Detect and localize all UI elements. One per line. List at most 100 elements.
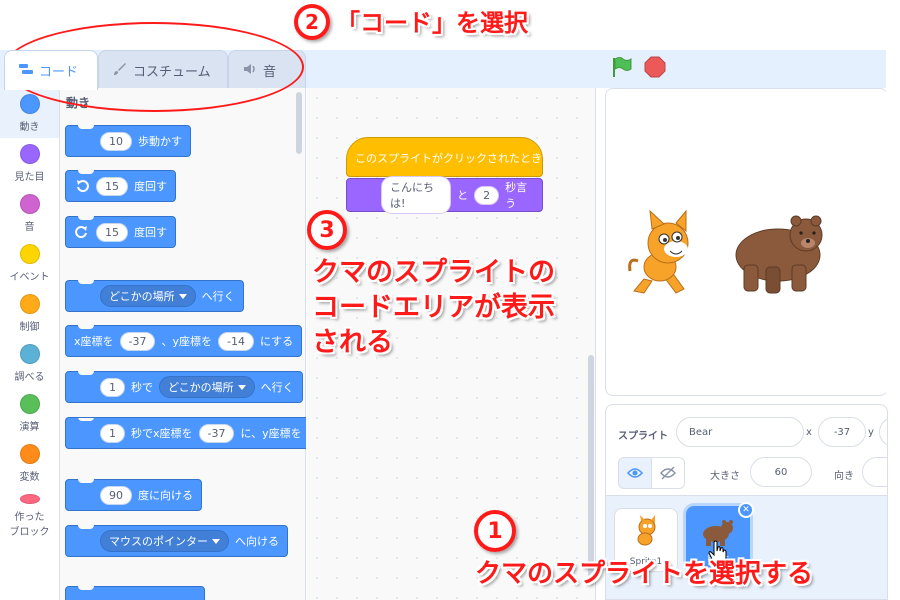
- category-label: 制御: [19, 322, 40, 333]
- block-text: 度に向ける: [138, 489, 193, 502]
- size-label: 大きさ: [710, 471, 740, 482]
- x-position-input[interactable]: -37: [818, 417, 866, 447]
- glide-block[interactable]: 1 秒で どこかの場所 へ行く: [65, 371, 303, 403]
- step1-number: 1: [474, 510, 516, 552]
- step2-number: 2: [294, 4, 330, 40]
- category-variables[interactable]: 変数: [0, 438, 59, 488]
- caret-down-icon: [212, 538, 220, 544]
- category-label: 音: [24, 222, 35, 233]
- category-dot: [19, 244, 40, 264]
- x-input[interactable]: -37: [198, 423, 235, 443]
- step2-text: 「コード」を選択: [336, 9, 528, 37]
- target-dropdown[interactable]: マウスのポインター: [100, 530, 229, 552]
- caret-down-icon: [237, 384, 246, 390]
- stage[interactable]: [605, 88, 888, 396]
- turn-left-block[interactable]: 15 度回す: [65, 216, 176, 248]
- location-dropdown[interactable]: どこかの場所: [100, 285, 196, 307]
- x-label: x: [806, 427, 812, 438]
- glide-xy-block[interactable]: 1 秒でx座標を -37 に、y座標を: [65, 417, 306, 449]
- category-label: 作った: [14, 512, 45, 523]
- steps-input[interactable]: 10: [100, 131, 132, 151]
- rotate-left-icon: [74, 224, 90, 240]
- message-input[interactable]: こんにちは!: [381, 176, 452, 214]
- tab-code-label: コード: [39, 65, 79, 80]
- category-label: 動き: [19, 122, 40, 133]
- degrees-input[interactable]: 15: [96, 222, 128, 242]
- scratch-editor: コード コスチューム 音 動き 見た目 音 イベント 制御 調べる 演算 変数 …: [0, 0, 900, 600]
- when-sprite-clicked-block[interactable]: このスプライトがクリックされたとき: [346, 137, 543, 177]
- dropdown-value: どこかの場所: [168, 381, 234, 394]
- category-looks[interactable]: 見た目: [0, 138, 59, 188]
- category-dot: [19, 144, 40, 164]
- sprite-name-input[interactable]: Bear: [676, 417, 804, 447]
- delete-sprite-icon[interactable]: ✕: [738, 502, 754, 518]
- category-dot: [19, 494, 40, 504]
- go-to-block[interactable]: どこかの場所 へ行く: [65, 280, 244, 312]
- seconds-input[interactable]: 1: [100, 423, 125, 443]
- point-direction-block[interactable]: 90 度に向ける: [65, 479, 202, 511]
- point-towards-block[interactable]: マウスのポインター へ向ける: [65, 525, 288, 557]
- palette-scrollbar[interactable]: [296, 92, 302, 154]
- show-sprite-button[interactable]: [618, 457, 652, 489]
- turn-right-block[interactable]: 15 度回す: [65, 170, 176, 202]
- block-text: にする: [259, 335, 294, 348]
- window-edge: [886, 50, 900, 600]
- block-text: と: [457, 189, 469, 202]
- go-to-xy-block[interactable]: x座標を -37 、y座標を -14 にする: [65, 325, 303, 357]
- block-text: 度回す: [134, 226, 167, 239]
- block-text: 度回す: [134, 180, 167, 193]
- cat-thumbnail-icon: [637, 515, 656, 546]
- block-text: 歩動かす: [138, 135, 182, 148]
- code-area-scrollbar[interactable]: [588, 355, 594, 585]
- y-input[interactable]: -14: [218, 331, 254, 351]
- caret-down-icon: [178, 293, 187, 299]
- category-label-line2: ブロック: [9, 527, 50, 538]
- category-my-blocks[interactable]: 作った ブロック: [0, 488, 59, 538]
- block-text: 秒でx座標を: [131, 427, 193, 440]
- size-input[interactable]: 60: [750, 457, 812, 487]
- block-text: 秒言う: [505, 181, 528, 210]
- block-text: へ行く: [201, 290, 235, 303]
- block-text: 、y座標を: [161, 335, 212, 348]
- category-sound[interactable]: 音: [0, 188, 59, 238]
- block-text: へ向ける: [235, 535, 279, 548]
- seconds-input[interactable]: 1: [100, 377, 125, 397]
- green-flag-icon: [613, 57, 632, 77]
- say-for-secs-block[interactable]: こんにちは! と 2 秒言う: [346, 176, 543, 214]
- category-label: イベント: [9, 272, 50, 283]
- step1-text: クマのスプライトを選択する: [475, 559, 814, 589]
- dropdown-value: どこかの場所: [109, 290, 175, 303]
- category-label: 演算: [19, 422, 40, 433]
- direction-input[interactable]: [862, 457, 887, 487]
- partial-block[interactable]: [65, 586, 205, 600]
- hide-sprite-button[interactable]: [651, 457, 685, 489]
- category-dot: [19, 94, 40, 114]
- category-control[interactable]: 制御: [0, 288, 59, 338]
- block-text: へ行く: [260, 381, 294, 394]
- x-input[interactable]: -37: [119, 331, 156, 351]
- category-events[interactable]: イベント: [0, 238, 59, 288]
- block-text: 秒で: [131, 381, 153, 394]
- category-dot: [19, 344, 40, 364]
- move-steps-block[interactable]: 10 歩動かす: [65, 125, 191, 157]
- step3-line3: される: [312, 327, 393, 358]
- step3-number: 3: [307, 210, 347, 250]
- green-flag-button[interactable]: [608, 54, 634, 80]
- location-dropdown[interactable]: どこかの場所: [159, 376, 255, 398]
- y-position-input[interactable]: [879, 417, 887, 447]
- category-dot: [19, 394, 40, 414]
- stop-button[interactable]: [642, 54, 668, 80]
- category-label: 見た目: [14, 172, 45, 183]
- block-text: に、y座標を: [240, 427, 302, 440]
- category-sensing[interactable]: 調べる: [0, 338, 59, 388]
- category-dot: [19, 444, 40, 464]
- category-operators[interactable]: 演算: [0, 388, 59, 438]
- y-label: y: [868, 427, 874, 438]
- tab-code[interactable]: コード: [4, 50, 98, 90]
- direction-input[interactable]: 90: [100, 485, 132, 505]
- seconds-input[interactable]: 2: [474, 185, 500, 205]
- category-label: 調べる: [14, 372, 45, 383]
- code-icon: [19, 63, 33, 79]
- block-text: x座標を: [74, 335, 114, 348]
- degrees-input[interactable]: 15: [96, 176, 128, 196]
